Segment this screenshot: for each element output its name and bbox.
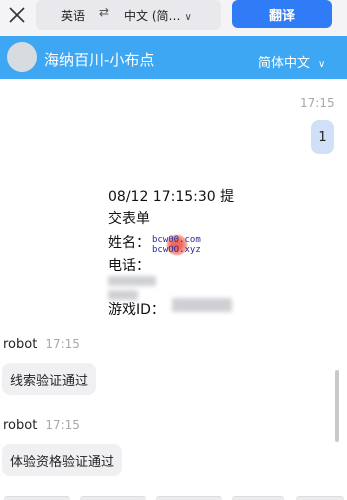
watermark-text: bcw00.com bbox=[152, 235, 201, 245]
target-language[interactable]: 中文 (简… ∨ bbox=[124, 7, 192, 24]
message-time: 17:15 bbox=[300, 96, 335, 110]
quick-reply-chip[interactable] bbox=[232, 496, 284, 500]
form-line-phone: 电话： bbox=[108, 258, 150, 274]
form-line: 08/12 17:15:30 提 bbox=[108, 189, 235, 205]
message-time: 17:15 bbox=[45, 418, 80, 432]
chat-language-select[interactable]: 简体中文 ∨ bbox=[258, 52, 325, 71]
form-line: 交表单 bbox=[108, 211, 150, 227]
watermark: bcw00.com bcwOO.xyz bbox=[150, 230, 210, 260]
chevron-down-icon: ∨ bbox=[184, 12, 192, 23]
avatar bbox=[7, 42, 37, 72]
quick-reply-chip[interactable] bbox=[296, 496, 344, 500]
close-icon[interactable] bbox=[6, 4, 28, 26]
quick-reply-chip[interactable] bbox=[4, 496, 70, 500]
form-line-name: 姓名： bbox=[108, 235, 150, 251]
chat-header: 海纳百川-小布点 简体中文 ∨ bbox=[0, 36, 347, 79]
source-language[interactable]: 英语 bbox=[61, 7, 85, 24]
bot-message-bubble: 体验资格验证通过 bbox=[2, 444, 123, 476]
bot-message-bubble: 线索验证通过 bbox=[2, 363, 97, 395]
translate-button[interactable]: 翻译 bbox=[232, 0, 332, 28]
redacted-phone bbox=[108, 290, 138, 300]
redacted-game-id bbox=[172, 298, 232, 312]
quick-reply-chip[interactable] bbox=[80, 496, 146, 500]
user-message-bubble: 1 bbox=[311, 120, 334, 154]
sender-name: robot bbox=[3, 418, 38, 433]
sender-name: robot bbox=[3, 337, 38, 352]
chevron-down-icon: ∨ bbox=[318, 59, 326, 70]
message-sender: robot 17:15 bbox=[3, 337, 80, 352]
redacted-phone bbox=[108, 276, 156, 286]
form-line-game-id: 游戏ID： bbox=[108, 302, 165, 318]
chat-language-label: 简体中文 bbox=[258, 56, 311, 71]
scrollbar[interactable] bbox=[335, 370, 339, 442]
translate-bar: 英语 ⇄ 中文 (简… ∨ 翻译 bbox=[0, 0, 347, 36]
message-time: 17:15 bbox=[45, 337, 80, 351]
watermark-text: bcwOO.xyz bbox=[152, 245, 201, 255]
quick-reply-chip[interactable] bbox=[156, 496, 222, 500]
swap-icon[interactable]: ⇄ bbox=[99, 5, 109, 19]
chat-title: 海纳百川-小布点 bbox=[44, 51, 155, 69]
target-language-label: 中文 (简… bbox=[124, 9, 181, 23]
message-sender: robot 17:15 bbox=[3, 418, 80, 433]
language-selector[interactable]: 英语 ⇄ 中文 (简… ∨ bbox=[36, 0, 221, 30]
